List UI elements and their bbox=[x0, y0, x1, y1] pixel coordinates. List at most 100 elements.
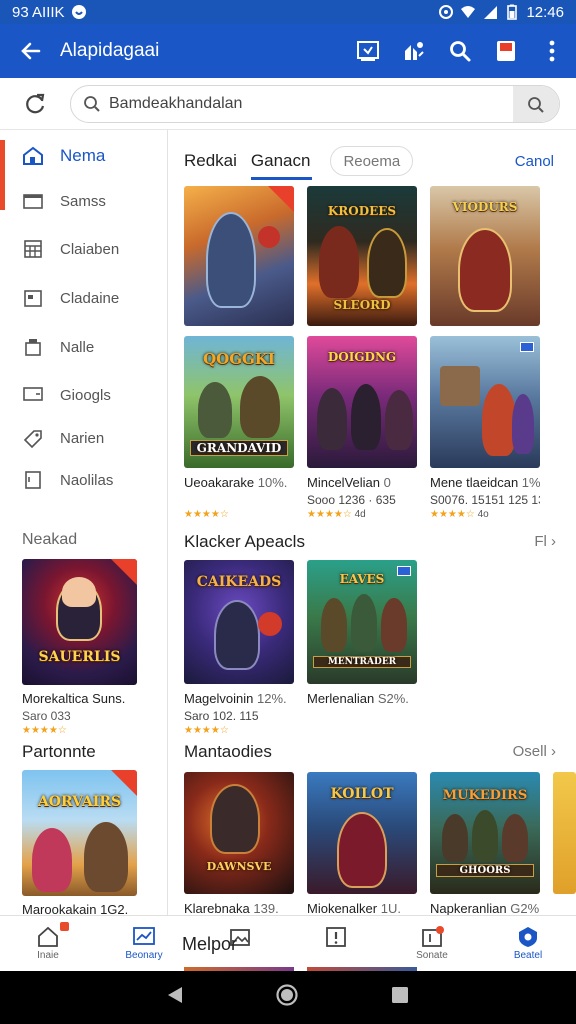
game-card[interactable]: KRODEES SLEORD bbox=[307, 186, 417, 326]
card-extra: G2%. bbox=[510, 901, 540, 916]
tab-redkai[interactable]: Redkai bbox=[184, 146, 237, 176]
game-card[interactable]: KOILOT Miokenalker 1U. bbox=[307, 772, 417, 916]
nav-alerts[interactable] bbox=[301, 924, 371, 950]
sidebar-game-card[interactable]: AORVAIRS Marookakain 1G2. bbox=[22, 770, 138, 917]
system-home-button[interactable] bbox=[275, 983, 299, 1012]
sidebar-item-claiaben[interactable]: Claiaben bbox=[0, 231, 168, 267]
nav-security[interactable]: Beatel bbox=[493, 924, 563, 961]
section-more-link[interactable]: Osell › bbox=[513, 743, 556, 760]
game-card[interactable]: VIODURS bbox=[430, 186, 540, 326]
card-title: MincelVelian bbox=[307, 475, 380, 490]
share-button[interactable] bbox=[400, 37, 428, 65]
tab-reoema[interactable]: Reoema bbox=[330, 146, 414, 176]
sidebar-item-nalle[interactable]: Nalle bbox=[0, 329, 168, 365]
card-title: Ueoakarake bbox=[184, 475, 255, 490]
status-time: 12:46 bbox=[526, 3, 564, 21]
game-card[interactable]: DAWNSVE Klarebnaka 139. bbox=[184, 772, 294, 916]
tab-ganacn[interactable]: Ganacn bbox=[250, 146, 313, 180]
app-title: Alapidagaai bbox=[60, 40, 160, 61]
overflow-menu-button[interactable] bbox=[538, 37, 566, 65]
home-icon bbox=[35, 924, 61, 950]
chart-icon bbox=[131, 924, 157, 950]
rating-count: 4o bbox=[477, 509, 489, 520]
chat-icon bbox=[22, 385, 44, 405]
sidebar-section-title: Partonnte bbox=[22, 742, 96, 761]
card-subtitle: Saro 033 bbox=[22, 709, 71, 723]
tag-icon bbox=[22, 428, 44, 448]
rating-stars: ★★★★☆ bbox=[184, 509, 229, 520]
sidebar-item-narien[interactable]: Narien bbox=[0, 420, 168, 456]
card-extra: 12%. bbox=[257, 691, 287, 706]
sidebar-item-label: Nalle bbox=[60, 338, 95, 356]
sidebar-item-label: Claiaben bbox=[60, 240, 120, 258]
sidebar-game-card[interactable]: SAUERLIS Morekaltica Suns. Saro 033 ★★★★… bbox=[22, 559, 138, 736]
share-icon bbox=[405, 42, 424, 60]
nav-home[interactable]: Inaie bbox=[13, 922, 83, 961]
rating-stars: ★★★★☆ bbox=[307, 509, 352, 520]
game-cover-image bbox=[184, 186, 294, 326]
refresh-button[interactable] bbox=[18, 87, 52, 121]
card-extra: S2%. bbox=[377, 691, 409, 706]
rating-count: 4d bbox=[354, 509, 366, 520]
sidebar-item-gioogls[interactable]: Gioogls bbox=[0, 377, 168, 413]
more-label: Osell bbox=[512, 743, 547, 760]
cancel-link[interactable]: Canol bbox=[515, 146, 554, 176]
game-card[interactable]: MUKEDIRS GHOORS Napkeranlian G2%. bbox=[430, 772, 540, 916]
download-button[interactable] bbox=[354, 37, 382, 65]
system-recents-button[interactable] bbox=[390, 985, 410, 1010]
section-title: Mantaodies bbox=[184, 742, 272, 761]
signal-icon bbox=[484, 6, 498, 19]
inbox-icon bbox=[497, 41, 515, 61]
download-icon bbox=[357, 41, 379, 61]
square-recents-icon bbox=[392, 987, 409, 1003]
triangle-back-icon bbox=[167, 987, 182, 1003]
nav-calendar[interactable]: Sonate bbox=[397, 924, 467, 961]
sidebar-item-label: Narien bbox=[60, 429, 105, 447]
game-cover-image: EAVES MENTRADER bbox=[307, 560, 417, 684]
card-extra: 139. bbox=[253, 901, 279, 916]
grid-icon bbox=[22, 239, 44, 259]
game-card[interactable] bbox=[184, 186, 294, 326]
search-submit-button[interactable] bbox=[513, 85, 559, 122]
calendar-icon bbox=[419, 924, 445, 950]
game-card[interactable]: CAIKEADS Magelvoinin 12%. Saro 102. 115 … bbox=[184, 560, 294, 736]
notification-icon bbox=[71, 5, 86, 19]
card-title: Miokenalker bbox=[307, 901, 378, 916]
card-title: Napkeranlian bbox=[430, 901, 507, 916]
inbox-button[interactable] bbox=[492, 37, 520, 65]
card-title: Klarebnaka bbox=[184, 901, 250, 916]
game-card[interactable]: Mene tlaeidcan 1%. S0076. 15151 125 134 … bbox=[430, 336, 540, 520]
game-cover-image: SAUERLIS bbox=[22, 559, 137, 685]
game-card[interactable]: EAVES MENTRADER Merlenalian S2%. bbox=[307, 560, 417, 706]
game-cover-image: KRODEES SLEORD bbox=[307, 186, 417, 326]
sidebar-item-samss[interactable]: Samss bbox=[0, 183, 168, 219]
game-cover-image: VIODURS bbox=[430, 186, 540, 326]
game-card-partial[interactable] bbox=[553, 772, 576, 894]
chevron-right-icon: › bbox=[551, 533, 556, 550]
nav-label: Sonate bbox=[416, 950, 448, 961]
nav-library[interactable]: Beonary bbox=[109, 924, 179, 961]
game-cover-image bbox=[553, 772, 576, 894]
search-button[interactable] bbox=[446, 37, 474, 65]
sidebar-item-label: Nema bbox=[60, 146, 106, 165]
game-card[interactable]: QOGGKI GRANDAVID Ueoakarake 10%. ★★★★☆ bbox=[184, 336, 294, 520]
sidebar-item-cladaine[interactable]: Cladaine bbox=[0, 280, 168, 316]
system-back-button[interactable] bbox=[166, 985, 184, 1010]
game-cover-image: DOIGDNG bbox=[307, 336, 417, 468]
card-title: Magelvoinin bbox=[184, 691, 254, 706]
nav-label: Inaie bbox=[37, 950, 59, 961]
sidebar-item-home[interactable]: Nema bbox=[0, 138, 168, 210]
sidebar: Nema Samss Claiaben Cladaine Nalle Gioog… bbox=[0, 130, 168, 917]
main-content: Redkai Ganacn Reoema Canol KRODEES SLEOR… bbox=[168, 130, 576, 916]
home-icon bbox=[22, 146, 44, 166]
search-icon bbox=[528, 96, 544, 113]
back-button[interactable] bbox=[14, 34, 48, 68]
card-extra: 10%. bbox=[257, 475, 288, 490]
search-input[interactable]: Bamdeakhandalan bbox=[70, 84, 560, 123]
sidebar-item-naolilas[interactable]: Naolilas bbox=[0, 462, 168, 498]
search-icon bbox=[450, 41, 471, 62]
section-more-link[interactable]: Fl › bbox=[534, 533, 556, 550]
game-card[interactable]: DOIGDNG MincelVelian 0 Sooo 1236 · 635 ★… bbox=[307, 336, 417, 520]
cover-caption: SLEORD bbox=[333, 298, 391, 312]
game-cover-image: QOGGKI GRANDAVID bbox=[184, 336, 294, 468]
